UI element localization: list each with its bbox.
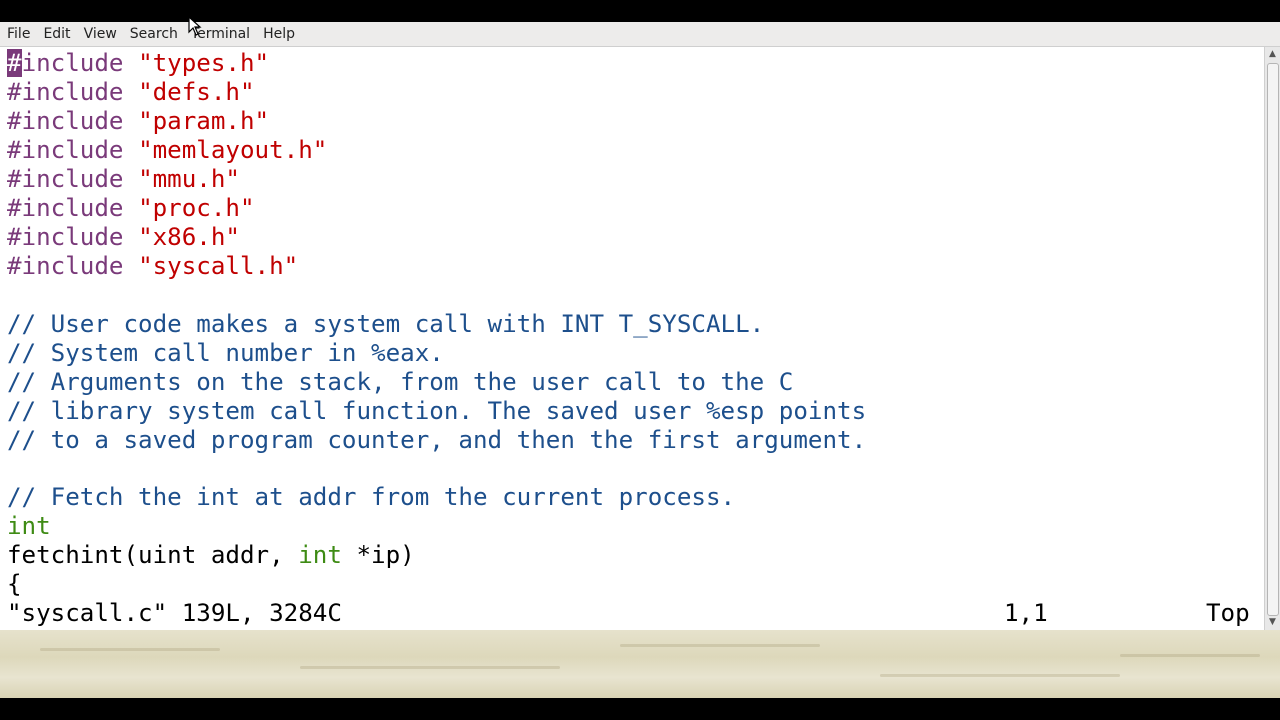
code-line-include-2: #include "defs.h" (7, 78, 255, 107)
code-open-brace: { (7, 570, 22, 598)
menu-search[interactable]: Search (124, 22, 184, 46)
param-rest: *ip) (341, 541, 415, 569)
include-directive: #include (7, 165, 139, 193)
include-file: "mmu.h" (138, 165, 240, 193)
status-cursor-position: 1,1 (1004, 599, 1048, 627)
include-directive: #include (7, 252, 139, 280)
include-file: "proc.h" (138, 194, 255, 222)
code-comment-line-5: // to a saved program counter, and then … (7, 426, 867, 454)
status-file-info: "syscall.c" 139L, 3284C (7, 599, 342, 627)
include-file: "types.h" (138, 49, 270, 77)
code-comment-line-4: // library system call function. The sav… (7, 397, 867, 425)
include-directive: #include (7, 194, 139, 222)
code-line-include-7: #include "x86.h" (7, 223, 240, 252)
include-file: "param.h" (138, 107, 270, 135)
text-cursor: # (7, 49, 22, 77)
code-comment-line-1: // User code makes a system call with IN… (7, 310, 765, 338)
wallpaper-streak (1120, 654, 1260, 657)
wallpaper-streak (880, 674, 1120, 677)
include-directive: include (21, 49, 139, 77)
vertical-scrollbar[interactable]: ▲ ▼ (1264, 47, 1280, 630)
menu-help[interactable]: Help (257, 22, 301, 46)
code-return-type: int (7, 512, 51, 540)
code-comment-line-2: // System call number in %eax. (7, 339, 444, 367)
code-comment-line-3: // Arguments on the stack, from the user… (7, 368, 794, 396)
wallpaper-streak (40, 648, 220, 651)
include-file: "defs.h" (138, 78, 255, 106)
bottom-black-bar (0, 698, 1280, 720)
include-directive: #include (7, 78, 139, 106)
include-file: "memlayout.h" (138, 136, 328, 164)
wallpaper-streak (620, 644, 820, 647)
menu-edit[interactable]: Edit (37, 22, 76, 46)
include-directive: #include (7, 136, 139, 164)
wallpaper-streak (300, 666, 560, 669)
mouse-pointer-icon (188, 16, 202, 36)
include-directive: #include (7, 107, 139, 135)
include-file: "x86.h" (138, 223, 240, 251)
scrollbar-thumb[interactable] (1267, 63, 1279, 616)
menu-file[interactable]: File (1, 22, 36, 46)
vim-editor-area[interactable]: #include "types.h" #include "defs.h" #in… (0, 47, 1265, 630)
code-comment-fetch: // Fetch the int at addr from the curren… (7, 483, 736, 511)
code-function-signature: fetchint(uint addr, int *ip) (7, 541, 415, 570)
code-line-include-1: #include "types.h" (7, 49, 269, 78)
code-line-include-5: #include "mmu.h" (7, 165, 240, 194)
include-directive: #include (7, 223, 139, 251)
function-name: fetchint(uint addr, (7, 541, 299, 569)
terminal-window: File Edit View Search Terminal Help #inc… (0, 22, 1280, 630)
scroll-down-arrow-icon[interactable]: ▼ (1265, 615, 1280, 630)
scroll-up-arrow-icon[interactable]: ▲ (1265, 47, 1280, 62)
status-scroll-position: Top (1206, 599, 1250, 627)
include-file: "syscall.h" (138, 252, 299, 280)
code-line-include-6: #include "proc.h" (7, 194, 255, 223)
param-type: int (298, 541, 342, 569)
desktop-background (0, 630, 1280, 698)
menu-view[interactable]: View (78, 22, 123, 46)
code-line-include-3: #include "param.h" (7, 107, 269, 136)
code-line-include-8: #include "syscall.h" (7, 252, 298, 281)
code-line-include-4: #include "memlayout.h" (7, 136, 327, 165)
